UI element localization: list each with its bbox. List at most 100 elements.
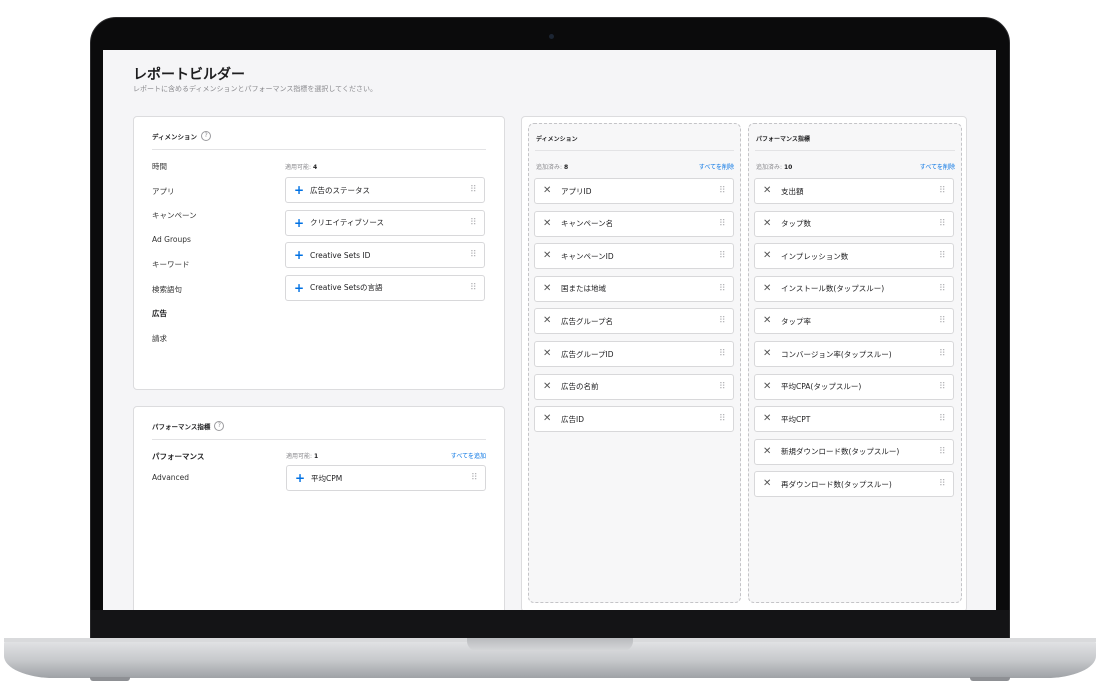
remove-all-button[interactable]: すべてを削除 xyxy=(920,162,955,171)
divider xyxy=(535,150,734,151)
category-item[interactable]: 広告 xyxy=(152,308,167,319)
drag-handle-icon[interactable]: ⠿ xyxy=(939,382,953,392)
selected-item[interactable]: ✕ キャンペーン名 ⠿ xyxy=(534,210,734,237)
drag-handle-icon[interactable]: ⠿ xyxy=(719,284,733,294)
drag-handle-icon[interactable]: ⠿ xyxy=(939,251,953,261)
close-icon[interactable]: ✕ xyxy=(755,446,775,457)
close-icon[interactable]: ✕ xyxy=(535,349,555,359)
item-label: コンバージョン率(タップスルー) xyxy=(781,349,892,359)
category-item[interactable]: Ad Groups xyxy=(152,235,191,244)
divider xyxy=(755,150,955,151)
close-icon[interactable]: ✕ xyxy=(755,251,775,261)
available-item[interactable]: + 平均CPM ⠿ xyxy=(286,465,486,491)
close-icon[interactable]: ✕ xyxy=(535,414,555,424)
category-item[interactable]: 請求 xyxy=(152,333,167,344)
drag-handle-icon[interactable]: ⠿ xyxy=(719,316,733,326)
selected-item[interactable]: ✕ 平均CPT ⠿ xyxy=(754,406,954,433)
plus-icon[interactable]: + xyxy=(286,282,304,294)
drag-handle-icon[interactable]: ⠿ xyxy=(939,479,953,489)
category-item[interactable]: キーワード xyxy=(152,259,190,270)
available-item[interactable]: + クリエイティブソース ⠿ xyxy=(285,209,485,236)
drag-handle-icon[interactable]: ⠿ xyxy=(939,186,953,196)
selected-item[interactable]: ✕ 広告グループ名 ⠿ xyxy=(534,308,734,335)
page-title: レポートビルダー xyxy=(133,67,245,83)
item-label: 平均CPM xyxy=(311,473,343,483)
help-icon[interactable]: ? xyxy=(214,421,225,431)
drag-handle-icon[interactable]: ⠿ xyxy=(719,382,733,392)
close-icon[interactable]: ✕ xyxy=(755,479,775,489)
drag-handle-icon[interactable]: ⠿ xyxy=(471,473,485,483)
category-item[interactable]: パフォーマンス xyxy=(152,451,204,462)
selected-item[interactable]: ✕ インストール数(タップスルー) ⠿ xyxy=(754,275,954,302)
selected-item[interactable]: ✕ タップ率 ⠿ xyxy=(754,308,954,335)
category-item[interactable]: 検索語句 xyxy=(152,284,182,295)
plus-icon[interactable]: + xyxy=(286,184,304,196)
drag-handle-icon[interactable]: ⠿ xyxy=(470,185,484,195)
drag-handle-icon[interactable]: ⠿ xyxy=(939,316,953,326)
drag-handle-icon[interactable]: ⠿ xyxy=(719,186,733,196)
help-icon[interactable]: ? xyxy=(201,131,212,141)
close-icon[interactable]: ✕ xyxy=(535,316,555,326)
drag-handle-icon[interactable]: ⠿ xyxy=(719,219,733,229)
selected-item[interactable]: ✕ キャンペーンID ⠿ xyxy=(534,243,734,270)
category-item[interactable]: キャンペーン xyxy=(152,210,197,221)
close-icon[interactable]: ✕ xyxy=(755,414,775,424)
selected-item[interactable]: ✕ タップ数 ⠿ xyxy=(754,210,954,237)
close-icon[interactable]: ✕ xyxy=(535,186,555,196)
drag-handle-icon[interactable]: ⠿ xyxy=(470,283,484,293)
selected-item[interactable]: ✕ 国または地域 ⠿ xyxy=(534,275,734,302)
selected-metrics-zone: パフォーマンス指標 追加済み: 10 すべてを削除 ✕ 支出額 ⠿ ✕ タップ数 ⠿ ✕ イン… xyxy=(748,123,962,603)
selected-item[interactable]: ✕ 広告ID ⠿ xyxy=(534,406,734,433)
drag-handle-icon[interactable]: ⠿ xyxy=(719,414,733,424)
selected-item[interactable]: ✕ アプリID ⠿ xyxy=(534,178,734,204)
close-icon[interactable]: ✕ xyxy=(755,349,775,359)
item-label: クリエイティブソース xyxy=(310,218,385,227)
selected-item[interactable]: ✕ 支出額 ⠿ xyxy=(754,178,954,204)
category-item[interactable]: Advanced xyxy=(152,473,189,482)
drag-handle-icon[interactable]: ⠿ xyxy=(470,218,484,228)
item-label: Creative Sets ID xyxy=(310,250,371,260)
available-item[interactable]: + Creative Setsの言語 ⠿ xyxy=(285,274,485,301)
plus-icon[interactable]: + xyxy=(286,217,304,229)
drag-handle-icon[interactable]: ⠿ xyxy=(939,414,953,424)
remove-all-button[interactable]: すべてを削除 xyxy=(699,162,734,171)
dimensions-card-title: ディメンション ? xyxy=(152,131,212,141)
selected-item[interactable]: ✕ 広告グループID ⠿ xyxy=(534,341,734,367)
category-item[interactable]: 時間 xyxy=(152,161,167,172)
selected-item[interactable]: ✕ 広告の名前 ⠿ xyxy=(534,373,734,400)
close-icon[interactable]: ✕ xyxy=(755,316,775,326)
drag-handle-icon[interactable]: ⠿ xyxy=(719,251,733,261)
available-item[interactable]: + 広告のステータス ⠿ xyxy=(285,177,485,203)
item-label: 広告のステータス xyxy=(310,185,370,195)
close-icon[interactable]: ✕ xyxy=(535,381,555,392)
available-item[interactable]: + Creative Sets ID ⠿ xyxy=(285,242,485,268)
category-item[interactable]: アプリ xyxy=(152,186,175,197)
close-icon[interactable]: ✕ xyxy=(755,218,775,229)
item-label: 広告グループ名 xyxy=(561,316,614,326)
close-icon[interactable]: ✕ xyxy=(535,251,555,261)
close-icon[interactable]: ✕ xyxy=(535,283,555,294)
selected-item[interactable]: ✕ インプレッション数 ⠿ xyxy=(754,243,954,270)
close-icon[interactable]: ✕ xyxy=(755,283,775,294)
close-icon[interactable]: ✕ xyxy=(755,381,775,392)
drag-handle-icon[interactable]: ⠿ xyxy=(939,447,953,457)
drag-handle-icon[interactable]: ⠿ xyxy=(470,250,484,260)
drag-handle-icon[interactable]: ⠿ xyxy=(719,349,733,359)
close-icon[interactable]: ✕ xyxy=(755,186,775,196)
available-count: 適用可能: 1 xyxy=(286,453,319,460)
plus-icon[interactable]: + xyxy=(286,249,304,261)
drag-handle-icon[interactable]: ⠿ xyxy=(939,219,953,229)
item-label: キャンペーン名 xyxy=(561,219,614,229)
item-label: Creative Setsの言語 xyxy=(310,283,383,292)
selected-item[interactable]: ✕ 新規ダウンロード数(タップスルー) ⠿ xyxy=(754,438,954,465)
add-all-button[interactable]: すべてを追加 xyxy=(451,451,486,460)
plus-icon[interactable]: + xyxy=(287,472,305,484)
drag-handle-icon[interactable]: ⠿ xyxy=(939,349,953,359)
selected-item[interactable]: ✕ 再ダウンロード数(タップスルー) ⠿ xyxy=(754,471,954,498)
item-label: 平均CPA(タップスルー) xyxy=(781,382,862,392)
selected-item[interactable]: ✕ 平均CPA(タップスルー) ⠿ xyxy=(754,373,954,400)
added-count: 追加済み: 10 xyxy=(756,164,793,171)
selected-item[interactable]: ✕ コンバージョン率(タップスルー) ⠿ xyxy=(754,341,954,367)
close-icon[interactable]: ✕ xyxy=(535,218,555,229)
drag-handle-icon[interactable]: ⠿ xyxy=(939,284,953,294)
